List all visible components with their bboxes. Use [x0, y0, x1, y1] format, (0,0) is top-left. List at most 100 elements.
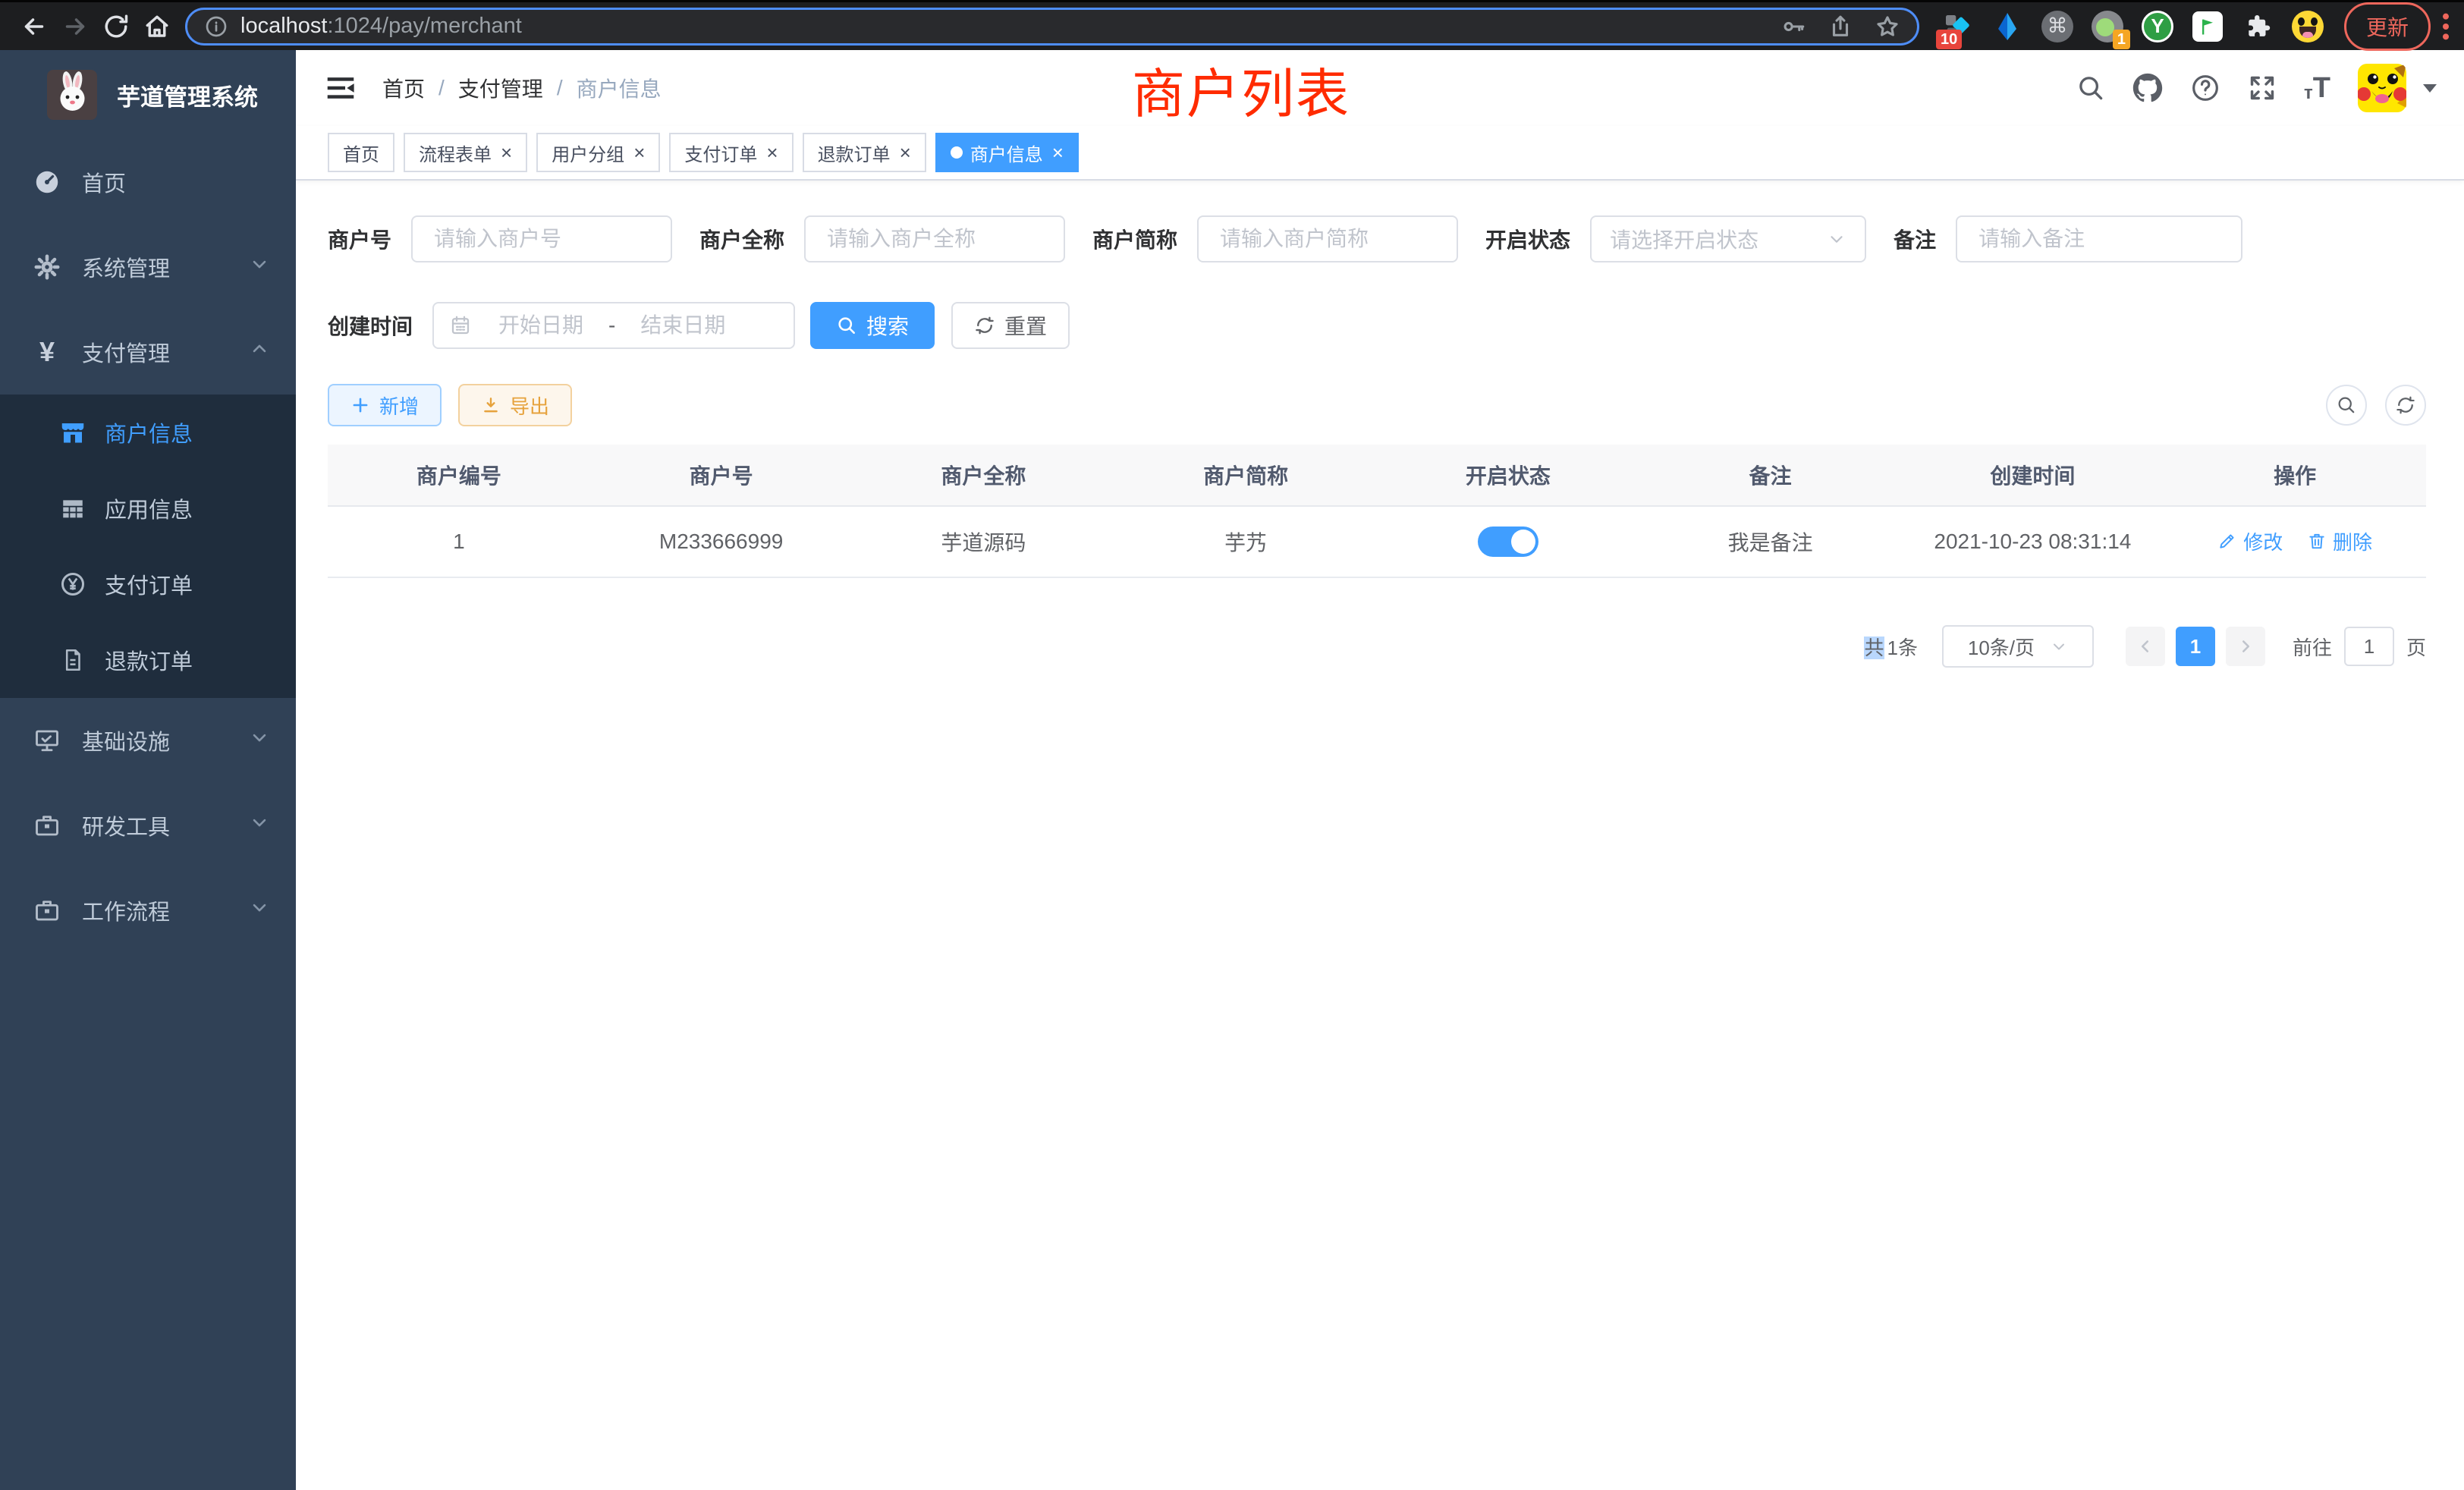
start-date-input[interactable] — [481, 313, 601, 338]
kite-icon — [1994, 11, 2021, 42]
url-text: localhost:1024/pay/merchant — [240, 14, 522, 39]
close-icon[interactable]: × — [501, 143, 512, 162]
extension-flag-icon[interactable] — [2191, 10, 2224, 43]
export-button[interactable]: 导出 — [458, 384, 572, 426]
breadcrumb-current: 商户信息 — [577, 73, 662, 103]
column-header-merchant-no: 商户号 — [590, 445, 853, 506]
toggle-search-button[interactable] — [2326, 385, 2367, 426]
browser-back-button[interactable] — [14, 6, 55, 47]
page-size-select[interactable]: 10条/页 — [1942, 625, 2094, 668]
tab-user-group[interactable]: 用户分组 × — [536, 133, 660, 172]
column-header-short-name: 商户简称 — [1114, 445, 1377, 506]
pencil-icon — [2217, 531, 2237, 551]
short-name-input[interactable] — [1197, 215, 1458, 262]
home-icon — [143, 13, 171, 40]
sidebar-item-payment[interactable]: ¥ 支付管理 — [0, 310, 296, 395]
tab-label: 用户分组 — [552, 140, 624, 166]
tab-pay-order[interactable]: 支付订单 × — [669, 133, 793, 172]
add-button[interactable]: 新增 — [328, 384, 442, 426]
sidebar-item-label: 支付管理 — [82, 336, 249, 368]
header-search-button[interactable] — [2076, 74, 2105, 102]
tab-merchant-info[interactable]: 商户信息 × — [935, 133, 1079, 172]
extension-kite-icon[interactable] — [1991, 10, 2024, 43]
extensions-puzzle-button[interactable] — [2241, 10, 2274, 43]
prev-page-button[interactable] — [2126, 627, 2165, 666]
cell-status — [1377, 506, 1639, 577]
extension-y-icon[interactable]: Y — [2141, 10, 2174, 43]
status-select[interactable]: 请选择开启状态 — [1590, 215, 1866, 262]
site-info-icon[interactable] — [204, 14, 228, 39]
page-number-1[interactable]: 1 — [2176, 627, 2215, 666]
search-button[interactable]: 搜索 — [810, 302, 935, 349]
edit-link[interactable]: 修改 — [2217, 527, 2283, 555]
user-avatar[interactable] — [2358, 64, 2406, 112]
sidebar-item-label: 退款订单 — [105, 644, 296, 676]
extension-command-icon[interactable]: ⌘ — [2041, 10, 2074, 43]
address-bar[interactable]: localhost:1024/pay/merchant — [185, 8, 1919, 46]
password-key-icon[interactable] — [1780, 14, 1806, 39]
pagination-goto: 前往 页 — [2293, 627, 2426, 666]
sidebar-item-merchant-info[interactable]: 商户信息 — [0, 395, 296, 470]
browser-forward-button[interactable] — [55, 6, 96, 47]
top-navbar: 首页 / 支付管理 / 商户信息 тT — [296, 50, 2464, 126]
date-range-separator: - — [605, 313, 618, 338]
docs-help-button[interactable] — [2190, 73, 2220, 103]
goto-page-input[interactable] — [2344, 627, 2394, 666]
question-circle-icon — [2190, 73, 2220, 103]
sidebar-item-label: 研发工具 — [82, 809, 249, 841]
page-content: 商户号 商户全称 商户简称 开启状态 请选择开启状态 — [296, 215, 2464, 668]
github-link-button[interactable] — [2132, 73, 2163, 103]
browser-menu-button[interactable] — [2441, 11, 2450, 42]
sidebar-collapse-button[interactable] — [325, 74, 357, 102]
extension-recorder-icon[interactable]: 1 — [2091, 10, 2124, 43]
table-row: 1 M233666999 芋道源码 芋艿 我是备注 2021-10-23 08:… — [328, 506, 2426, 577]
next-page-button[interactable] — [2226, 627, 2265, 666]
tab-home[interactable]: 首页 — [328, 133, 394, 172]
avatar-caret-icon[interactable] — [2423, 84, 2437, 93]
chevron-down-icon — [2050, 637, 2068, 655]
bookmark-star-icon[interactable] — [1875, 14, 1900, 39]
yen-icon: ¥ — [30, 338, 64, 366]
merchant-no-input[interactable] — [411, 215, 672, 262]
font-size-button[interactable]: тT — [2304, 74, 2330, 102]
briefcase-icon — [30, 812, 64, 839]
sidebar-item-dev-tools[interactable]: 研发工具 — [0, 783, 296, 868]
delete-link[interactable]: 删除 — [2307, 527, 2372, 555]
full-name-input[interactable] — [804, 215, 1065, 262]
extension-emoji-icon[interactable] — [2291, 10, 2324, 43]
kebab-menu-icon — [2441, 11, 2450, 42]
close-icon[interactable]: × — [633, 143, 645, 162]
column-header-actions: 操作 — [2164, 445, 2426, 506]
breadcrumb-home[interactable]: 首页 — [382, 73, 425, 103]
reset-button[interactable]: 重置 — [951, 302, 1070, 349]
close-icon[interactable]: × — [766, 143, 778, 162]
chrome-update-button[interactable]: 更新 — [2344, 2, 2431, 51]
filter-label: 备注 — [1894, 224, 1936, 254]
sidebar-item-refund-order[interactable]: 退款订单 — [0, 622, 296, 698]
date-range-picker[interactable]: - — [432, 302, 795, 349]
fullscreen-button[interactable] — [2248, 74, 2277, 102]
browser-home-button[interactable] — [137, 6, 178, 47]
goto-suffix: 页 — [2406, 633, 2426, 661]
menu-fold-icon — [325, 74, 357, 102]
sidebar-item-app-info[interactable]: 应用信息 — [0, 470, 296, 546]
remark-input[interactable] — [1956, 215, 2242, 262]
sidebar-logo[interactable]: 芋道管理系统 — [0, 50, 296, 140]
tab-process-form[interactable]: 流程表单 × — [404, 133, 527, 172]
sidebar-item-infrastructure[interactable]: 基础设施 — [0, 698, 296, 783]
tab-refund-order[interactable]: 退款订单 × — [803, 133, 926, 172]
sidebar-item-home[interactable]: 首页 — [0, 140, 296, 225]
breadcrumb-payment[interactable]: 支付管理 — [458, 73, 543, 103]
refresh-table-button[interactable] — [2385, 385, 2426, 426]
extension-tabs-icon[interactable]: 10 — [1941, 10, 1974, 43]
sidebar-item-workflow[interactable]: 工作流程 — [0, 868, 296, 953]
sidebar-item-system[interactable]: 系统管理 — [0, 225, 296, 310]
sidebar-item-pay-order[interactable]: 支付订单 — [0, 546, 296, 622]
end-date-input[interactable] — [623, 313, 743, 338]
close-icon[interactable]: × — [900, 143, 911, 162]
browser-reload-button[interactable] — [96, 6, 137, 47]
total-highlight: 共 — [1864, 637, 1884, 659]
status-toggle[interactable] — [1478, 527, 1538, 557]
close-icon[interactable]: × — [1052, 143, 1064, 162]
share-icon[interactable] — [1828, 14, 1853, 39]
